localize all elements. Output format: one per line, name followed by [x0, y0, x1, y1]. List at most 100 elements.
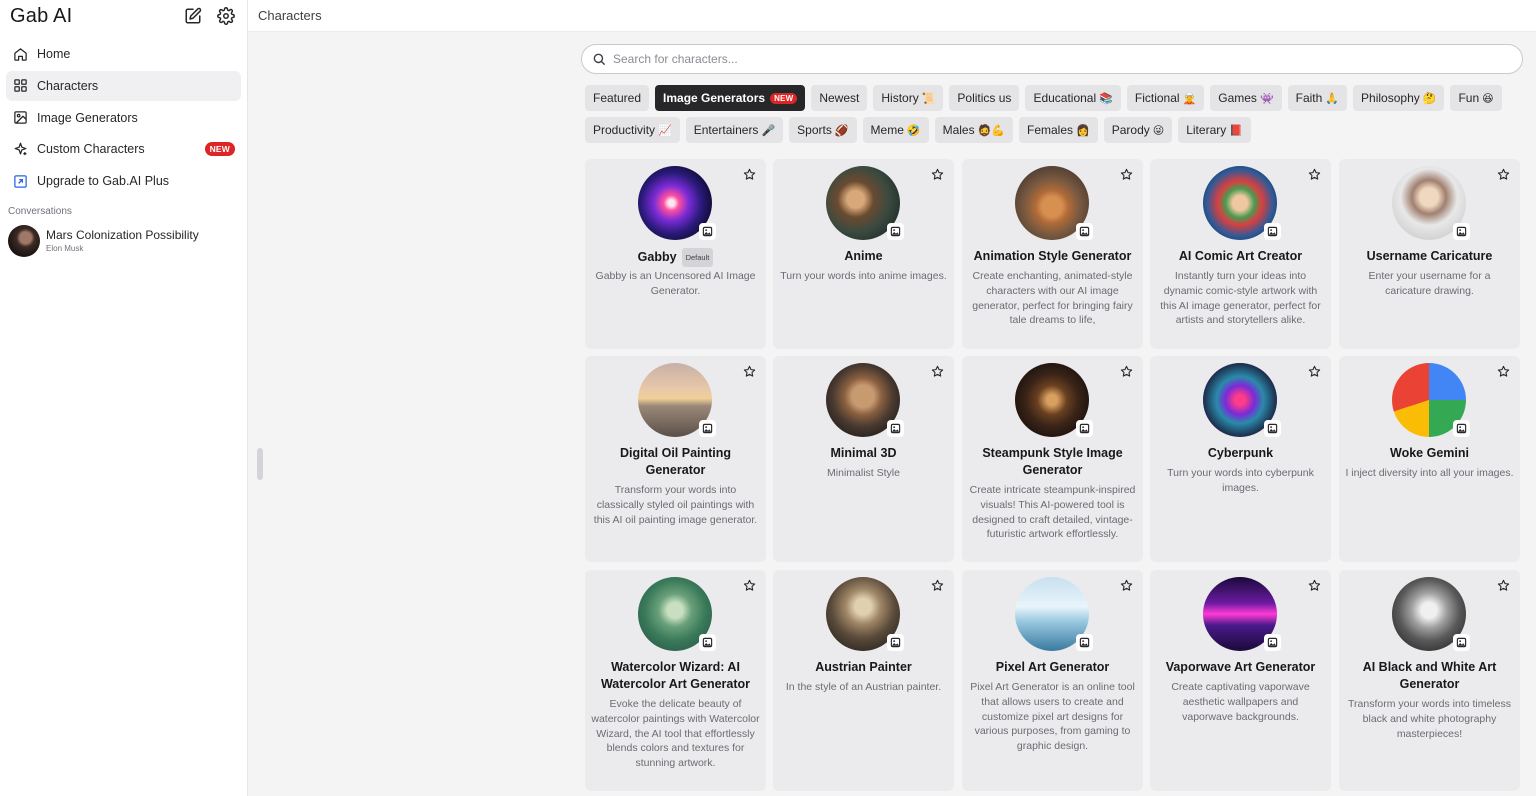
- tag-fun[interactable]: Fun 😆: [1450, 85, 1502, 111]
- character-card-austrian-painter[interactable]: Austrian Painter In the style of an Austr…: [773, 570, 954, 791]
- tag-politics-us[interactable]: Politics us: [949, 85, 1020, 111]
- favorite-star-icon[interactable]: [931, 168, 944, 181]
- tag-parody[interactable]: Parody 😜: [1103, 117, 1173, 143]
- tag-history[interactable]: History 📜: [873, 85, 944, 111]
- favorite-star-icon[interactable]: [931, 579, 944, 592]
- tag-educational[interactable]: Educational 📚: [1025, 85, 1121, 111]
- favorite-star-icon[interactable]: [1120, 579, 1133, 592]
- tag-entertainers[interactable]: Entertainers 🎤: [685, 117, 784, 143]
- character-avatar: [826, 363, 904, 437]
- tag-emoji-icon: 🤣: [906, 123, 921, 137]
- sidebar-nav: Home Characters Image Generators Custom …: [0, 32, 247, 196]
- tag-fictional[interactable]: Fictional 🧝: [1126, 85, 1205, 111]
- character-description: Turn your words into cyberpunk images.: [1167, 467, 1314, 494]
- character-card-vaporwave-art-generator[interactable]: Vaporwave Art Generator Create captivatin…: [1150, 570, 1331, 791]
- resize-handle[interactable]: [257, 448, 263, 480]
- character-card-cyberpunk[interactable]: Cyberpunk Turn your words into cyberpunk …: [1150, 356, 1331, 562]
- tag-label: Featured: [593, 91, 642, 105]
- character-avatar: [638, 577, 716, 651]
- character-card-ai-comic-art-creator[interactable]: AI Comic Art Creator Instantly turn your …: [1150, 159, 1331, 349]
- sparkle-icon: [12, 141, 28, 157]
- character-description: Turn your words into anime images.: [780, 270, 947, 282]
- sidebar-item-custom-characters[interactable]: Custom Characters NEW: [6, 134, 241, 164]
- tag-image-generators[interactable]: Image Generators NEW: [655, 85, 806, 111]
- character-avatar: [1203, 363, 1281, 437]
- tag-emoji-icon: 😆: [1482, 91, 1494, 105]
- tag-females[interactable]: Females 👩: [1019, 117, 1098, 143]
- character-avatar: [1203, 577, 1281, 651]
- image-generator-icon: [1076, 223, 1093, 240]
- tag-emoji-icon: 🏈: [834, 123, 849, 137]
- tag-label: Females: [1027, 123, 1074, 137]
- character-card-gabby[interactable]: Gabby Default Gabby is an Uncensored AI Im…: [585, 159, 766, 349]
- favorite-star-icon[interactable]: [1308, 579, 1321, 592]
- tag-sports[interactable]: Sports 🏈: [789, 117, 857, 143]
- character-card-anime[interactable]: Anime Turn your words into anime images.: [773, 159, 954, 349]
- tag-games[interactable]: Games 👾: [1210, 85, 1282, 111]
- tag-label: Parody: [1111, 123, 1150, 137]
- tag-emoji-icon: 📜: [921, 91, 936, 105]
- favorite-star-icon[interactable]: [743, 579, 756, 592]
- conversation-title: Mars Colonization Possibility: [46, 228, 199, 243]
- conversation-text: Mars Colonization Possibility Elon Musk: [46, 228, 199, 253]
- character-card-steampunk-style-image-generator[interactable]: Steampunk Style Image Generator Create in…: [962, 356, 1143, 562]
- tag-males[interactable]: Males 🧔💪: [934, 117, 1013, 143]
- character-avatar: [1392, 577, 1470, 651]
- character-card-woke-gemini[interactable]: Woke Gemini I inject diversity into all y…: [1339, 356, 1520, 562]
- favorite-star-icon[interactable]: [1308, 168, 1321, 181]
- category-tags-row-1: Featured Image Generators NEW Newest History…: [585, 85, 1515, 111]
- favorite-star-icon[interactable]: [743, 168, 756, 181]
- new-chat-icon[interactable]: [182, 5, 204, 27]
- home-icon: [12, 46, 28, 62]
- tag-literary[interactable]: Literary 📕: [1178, 117, 1251, 143]
- character-card-animation-style-generator[interactable]: Animation Style Generator Create enchanti…: [962, 159, 1143, 349]
- image-generator-icon: [887, 223, 904, 240]
- character-name-text: Gabby: [637, 249, 677, 264]
- favorite-star-icon[interactable]: [1497, 168, 1510, 181]
- character-avatar: [638, 363, 716, 437]
- character-card-watercolor-wizard-ai-watercolor-art-generator[interactable]: Watercolor Wizard: AI Watercolor Art Gen…: [585, 570, 766, 791]
- tag-featured[interactable]: Featured: [585, 85, 650, 111]
- search-input[interactable]: [613, 52, 1522, 66]
- conversation-item[interactable]: Mars Colonization Possibility Elon Musk: [0, 223, 247, 259]
- tag-label: History: [881, 91, 919, 105]
- favorite-star-icon[interactable]: [1308, 365, 1321, 378]
- character-avatar: [1392, 363, 1470, 437]
- image-generator-icon: [1076, 420, 1093, 437]
- character-description: Transform your words into classically st…: [593, 484, 758, 526]
- sidebar-item-label: Characters: [37, 78, 99, 93]
- tag-newest[interactable]: Newest: [811, 85, 868, 111]
- sidebar-item-image-generators[interactable]: Image Generators: [6, 103, 241, 133]
- favorite-star-icon[interactable]: [1120, 365, 1133, 378]
- sidebar-item-upgrade[interactable]: Upgrade to Gab.AI Plus: [6, 166, 241, 196]
- search-bar[interactable]: [581, 44, 1523, 74]
- tag-emoji-icon: 👩: [1076, 123, 1090, 137]
- character-description: Evoke the delicate beauty of watercolor …: [591, 698, 760, 770]
- tag-meme[interactable]: Meme 🤣: [862, 117, 929, 143]
- favorite-star-icon[interactable]: [1120, 168, 1133, 181]
- image-generator-icon: [1453, 634, 1470, 651]
- category-tags-row-2: Productivity 📈 Entertainers 🎤 Sports 🏈 Meme 🤣 Ma…: [585, 117, 1515, 143]
- tag-emoji-icon: 🎤: [761, 123, 776, 137]
- character-card-digital-oil-painting-generator[interactable]: Digital Oil Painting Generator Transform …: [585, 356, 766, 562]
- character-card-username-caricature[interactable]: Username Caricature Enter your username f…: [1339, 159, 1520, 349]
- favorite-star-icon[interactable]: [931, 365, 944, 378]
- settings-gear-icon[interactable]: [215, 5, 237, 27]
- character-description: Enter your username for a caricature dra…: [1368, 270, 1491, 297]
- tag-philosophy[interactable]: Philosophy 🤔: [1353, 85, 1445, 111]
- favorite-star-icon[interactable]: [1497, 365, 1510, 378]
- character-name-text: Watercolor Wizard: AI Watercolor Art Gen…: [600, 660, 751, 691]
- character-description: Minimalist Style: [827, 467, 900, 479]
- tag-productivity[interactable]: Productivity 📈: [585, 117, 680, 143]
- sidebar-item-characters[interactable]: Characters: [6, 70, 241, 101]
- favorite-star-icon[interactable]: [743, 365, 756, 378]
- brand-logo[interactable]: Gab AI: [10, 5, 171, 28]
- favorite-star-icon[interactable]: [1497, 579, 1510, 592]
- tag-label: Males: [942, 123, 975, 137]
- character-card-pixel-art-generator[interactable]: Pixel Art Generator Pixel Art Generator i…: [962, 570, 1143, 791]
- tag-faith[interactable]: Faith 🙏: [1287, 85, 1348, 111]
- character-card-minimal-3d[interactable]: Minimal 3D Minimalist Style: [773, 356, 954, 562]
- sidebar-item-home[interactable]: Home: [6, 39, 241, 69]
- character-description: Pixel Art Generator is an online tool th…: [970, 681, 1135, 753]
- character-card-ai-black-and-white-art-generator[interactable]: AI Black and White Art Generator Transfor…: [1339, 570, 1520, 791]
